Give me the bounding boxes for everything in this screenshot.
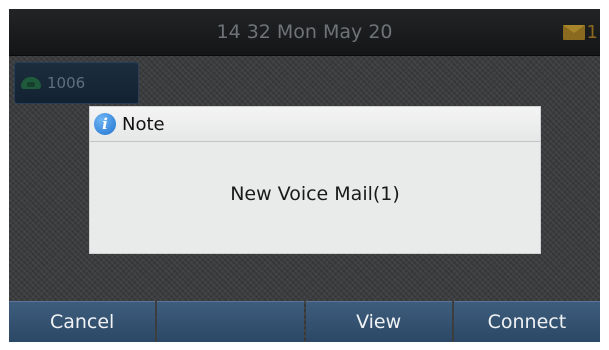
dialog-message: New Voice Mail(1): [230, 183, 400, 205]
phone-icon: [21, 77, 41, 89]
dialog-title: Note: [122, 113, 165, 135]
info-icon: i: [94, 113, 116, 135]
line-key-number: 1006: [47, 74, 86, 92]
envelope-icon: [562, 24, 585, 40]
status-bar: 14 32 Mon May 20 1: [9, 9, 600, 56]
empty-softkey[interactable]: [157, 301, 304, 342]
clock: 14 32 Mon May 20: [216, 21, 393, 43]
cancel-button[interactable]: Cancel: [9, 301, 156, 342]
line-key-1006[interactable]: 1006: [14, 62, 139, 104]
phone-screen: 14 32 Mon May 20 1 1006 i Note New Voice…: [9, 9, 600, 342]
note-dialog: i Note New Voice Mail(1): [89, 106, 541, 254]
connect-button[interactable]: Connect: [453, 301, 600, 342]
softkey-bar: Cancel View Connect: [9, 301, 600, 342]
dialog-header: i Note: [90, 107, 540, 142]
mail-count: 1: [586, 21, 598, 43]
voicemail-indicator: 1: [562, 21, 598, 43]
view-button[interactable]: View: [305, 301, 452, 342]
